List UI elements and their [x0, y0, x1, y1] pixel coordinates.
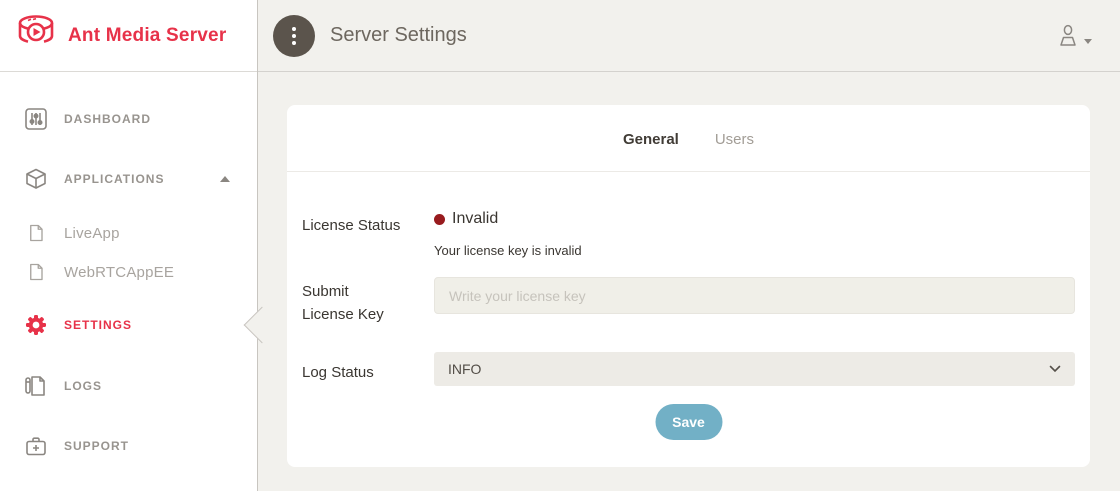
sidebar-item-label: SETTINGS — [64, 318, 132, 332]
chevron-up-icon — [220, 176, 230, 182]
license-status-text: Invalid — [452, 210, 498, 228]
logs-icon — [24, 374, 48, 398]
server-settings-card: General Users License Status Invalid You… — [287, 105, 1090, 467]
license-status-value: Invalid — [434, 210, 498, 228]
sidebar-item-liveapp[interactable]: LiveApp — [0, 217, 257, 249]
log-status-select[interactable]: INFO — [434, 352, 1075, 386]
sidebar-item-webrtcappee[interactable]: WebRTCAppEE — [0, 256, 257, 288]
sidebar-item-label: LiveApp — [64, 225, 120, 242]
gear-icon — [24, 313, 48, 337]
page-title: Server Settings — [330, 24, 467, 47]
sliders-icon — [24, 107, 48, 131]
log-status-label: Log Status — [302, 361, 422, 384]
tabs-divider — [287, 171, 1090, 172]
kebab-menu-button[interactable] — [273, 15, 315, 57]
status-invalid-dot-icon — [434, 214, 445, 225]
tab-bar: General Users — [287, 131, 1090, 148]
app-window: Ant Media Server DASHBOARD — [0, 0, 1120, 491]
box-icon — [24, 167, 48, 191]
user-icon — [1056, 22, 1080, 53]
sidebar-item-label: DASHBOARD — [64, 112, 151, 126]
sidebar-item-label: LOGS — [64, 379, 102, 393]
log-status-selected-value: INFO — [448, 361, 481, 377]
sidebar-item-applications[interactable]: APPLICATIONS — [0, 163, 257, 195]
file-icon — [27, 224, 45, 242]
brand-logo[interactable]: Ant Media Server — [0, 0, 257, 72]
sidebar-item-logs[interactable]: LOGS — [0, 370, 257, 402]
sidebar: Ant Media Server DASHBOARD — [0, 0, 258, 491]
submit-license-key-label: Submit License Key — [302, 280, 397, 326]
sidebar-item-label: APPLICATIONS — [64, 172, 164, 186]
sidebar-item-support[interactable]: SUPPORT — [0, 430, 257, 462]
sidebar-item-label: WebRTCAppEE — [64, 264, 174, 281]
sidebar-item-dashboard[interactable]: DASHBOARD — [0, 103, 257, 135]
license-key-input[interactable] — [434, 277, 1075, 314]
ant-media-logo-icon — [14, 13, 58, 58]
tab-general[interactable]: General — [623, 131, 679, 148]
license-status-detail: Your license key is invalid — [434, 243, 582, 258]
sidebar-item-label: SUPPORT — [64, 439, 129, 453]
sidebar-item-settings[interactable]: SETTINGS — [0, 309, 257, 341]
brand-name: Ant Media Server — [68, 25, 226, 47]
header: Server Settings — [258, 0, 1120, 72]
save-button[interactable]: Save — [655, 404, 722, 440]
chevron-down-icon — [1084, 39, 1092, 44]
user-menu-button[interactable] — [1056, 22, 1092, 53]
file-icon — [27, 263, 45, 281]
chevron-down-icon — [1049, 365, 1061, 373]
support-icon — [24, 434, 48, 458]
license-status-label: License Status — [302, 214, 422, 237]
tab-users[interactable]: Users — [715, 131, 754, 148]
